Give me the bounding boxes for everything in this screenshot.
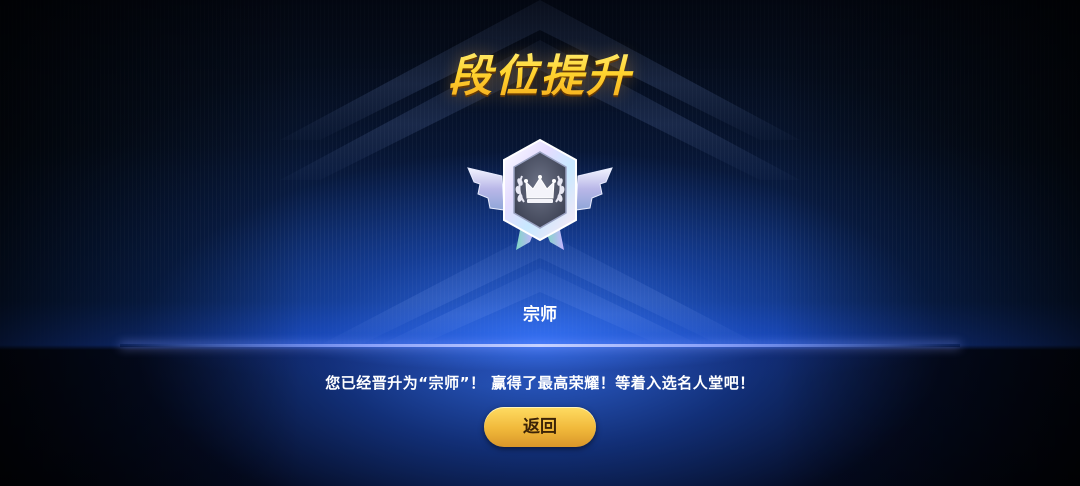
- rank-badge: [467, 138, 613, 250]
- rank-name-label: 宗师: [523, 305, 557, 325]
- rank-up-screen: 段位提升 宗师 您已经晋升为“宗师”！ 赢得了最高荣耀！等着入选名人堂吧！ 返回: [0, 0, 1080, 486]
- promotion-message: 您已经晋升为“宗师”！ 赢得了最高荣耀！等着入选名人堂吧！: [325, 374, 755, 392]
- page-title: 段位提升: [0, 40, 1080, 104]
- horizon-line: [120, 344, 960, 347]
- back-button[interactable]: 返回: [484, 407, 596, 447]
